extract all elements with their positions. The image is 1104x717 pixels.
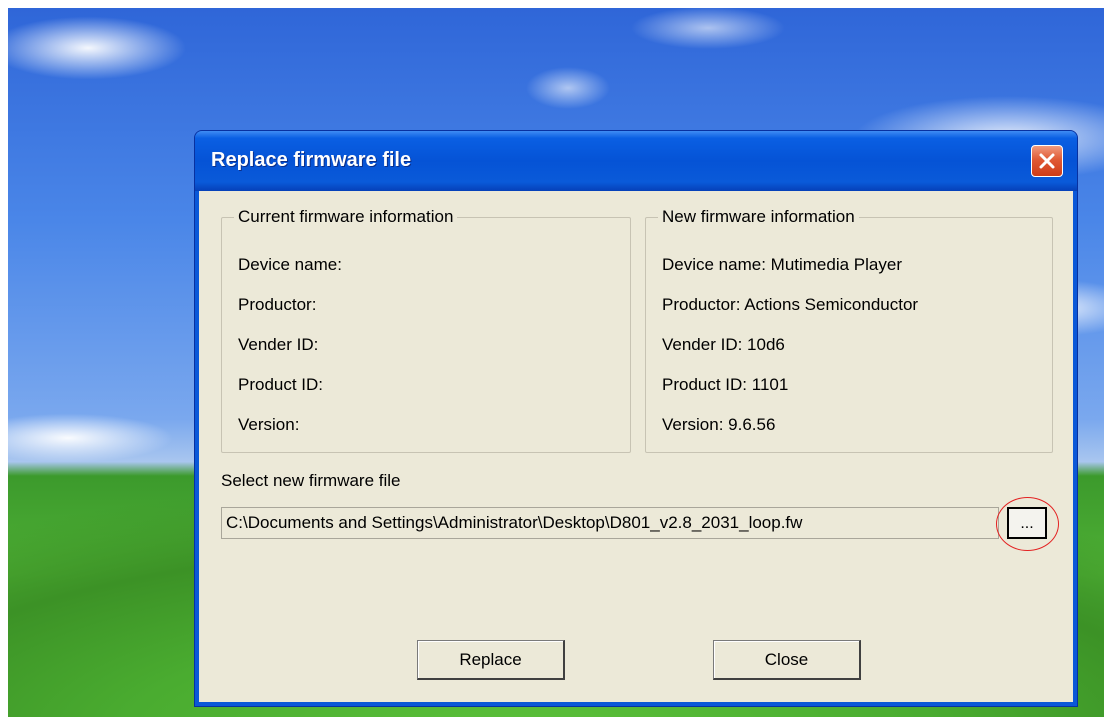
new-firmware-legend: New firmware information xyxy=(658,207,859,227)
desktop-background: Replace firmware file Current firmware i… xyxy=(8,8,1104,717)
new-productor: Productor: Actions Semiconductor xyxy=(662,295,919,314)
replace-firmware-dialog: Replace firmware file Current firmware i… xyxy=(194,130,1078,707)
current-firmware-group: Current firmware information Device name… xyxy=(221,207,631,453)
close-button[interactable]: Close xyxy=(713,640,861,680)
current-product-id: Product ID: xyxy=(238,375,324,394)
new-firmware-group: New firmware information Device name: Mu… xyxy=(645,207,1053,453)
current-firmware-legend: Current firmware information xyxy=(234,207,458,227)
replace-button[interactable]: Replace xyxy=(417,640,565,680)
new-device-name: Device name: Mutimedia Player xyxy=(662,255,902,274)
current-version: Version: xyxy=(238,415,300,434)
new-version: Version: 9.6.56 xyxy=(662,415,776,434)
title-bar[interactable]: Replace firmware file xyxy=(195,131,1077,191)
select-firmware-label: Select new firmware file xyxy=(221,471,401,490)
current-productor: Productor: xyxy=(238,295,317,314)
window-title: Replace firmware file xyxy=(211,149,412,171)
highlight-annotation-circle xyxy=(996,497,1059,551)
dialog-client-area: Current firmware information Device name… xyxy=(199,191,1073,702)
close-x-icon xyxy=(1039,153,1055,169)
firmware-path-field[interactable]: C:\Documents and Settings\Administrator\… xyxy=(221,507,999,539)
current-device-name: Device name: xyxy=(238,255,342,274)
close-window-button[interactable] xyxy=(1031,145,1063,177)
new-product-id: Product ID: 1101 xyxy=(662,375,789,394)
new-vender-id: Vender ID: 10d6 xyxy=(662,335,785,354)
current-vender-id: Vender ID: xyxy=(238,335,319,354)
